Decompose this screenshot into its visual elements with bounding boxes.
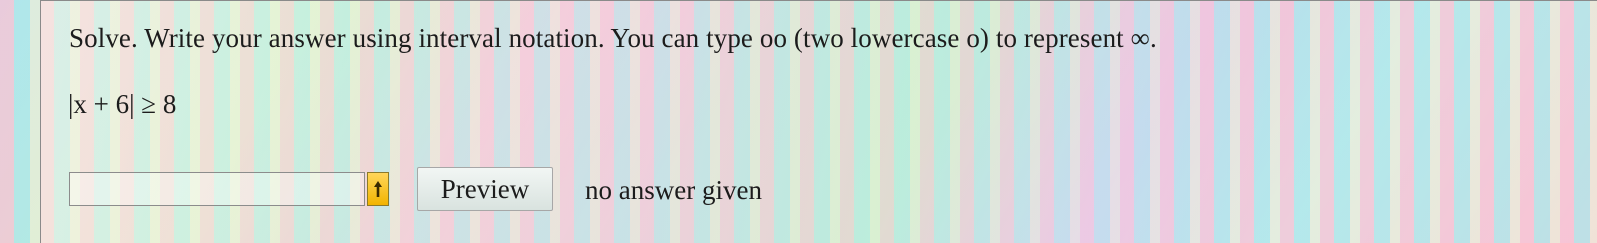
answer-status: no answer given (585, 175, 762, 205)
answer-input[interactable] (69, 172, 365, 206)
up-arrow-icon (373, 180, 383, 198)
equation-editor-button[interactable] (367, 172, 389, 206)
inequality-expression: |x + 6| ≥ 8 (68, 89, 177, 119)
preview-button[interactable]: Preview (417, 167, 553, 211)
question-prompt: Solve. Write your answer using interval … (69, 23, 1157, 53)
question-card: Solve. Write your answer using interval … (40, 0, 1597, 243)
